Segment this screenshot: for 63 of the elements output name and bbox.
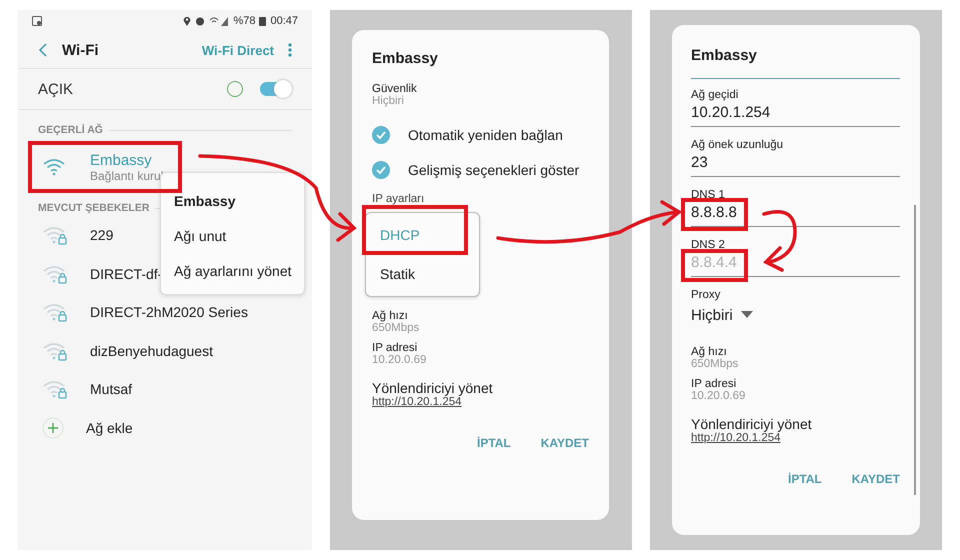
proxy-dropdown[interactable]: Hiçbiri [691, 301, 753, 329]
input-field[interactable]: 8.8.4.4 [691, 251, 900, 273]
info-label: Ağ hızı [372, 310, 409, 322]
menu-item[interactable]: Ağ ayarlarını yönet [174, 263, 304, 279]
info-label: IP adresi [372, 342, 418, 354]
checkbox[interactable] [372, 160, 390, 178]
section-header: GEÇERLİ AĞ [38, 124, 103, 136]
annotation-box [681, 249, 748, 282]
field-label: Ağ önek uzunluğu [691, 139, 784, 151]
network-item[interactable]: dizBenyehudaguest [90, 342, 213, 359]
dialog-title: Embassy [372, 50, 439, 67]
field-label: DNS 2 [691, 239, 725, 251]
menu-item[interactable]: Ağı unut [174, 228, 304, 244]
network-item[interactable]: DIRECT-2hM2020 Series [90, 304, 248, 320]
info-value: 10.20.0.69 [372, 354, 428, 366]
annotation-box [681, 198, 748, 231]
network-name: Embassy [90, 152, 153, 168]
router-label: Yönlendiriciyi yönet [372, 380, 494, 396]
checkbox-label: Otomatik yeniden bağlan [408, 126, 563, 142]
info-label: IP adresi [691, 378, 738, 390]
scrollbar[interactable] [914, 205, 916, 495]
field-label: Proxy [691, 289, 720, 301]
add-icon[interactable] [42, 416, 64, 439]
field-label: Ağ geçidi [691, 89, 738, 101]
battery-icon [259, 16, 266, 26]
info-value: 650Mbps [691, 358, 740, 370]
network-item[interactable]: DIRECT-df- [90, 266, 162, 282]
circle-icon[interactable] [226, 80, 244, 98]
add-network-item[interactable]: Ağ ekle [86, 420, 133, 436]
security-label: Güvenlik [372, 83, 417, 95]
ip-settings-label: IP ayarları [372, 193, 426, 205]
location-icon [183, 16, 192, 26]
signal-icon [209, 16, 230, 26]
more-icon[interactable] [288, 43, 292, 57]
clock: 00:47 [270, 15, 298, 27]
alarm-icon [195, 16, 206, 26]
info-value: 650Mbps [372, 322, 420, 334]
info-label: Ağ hızı [691, 346, 728, 358]
section-header: MEVCUT ŞEBEKELER [38, 202, 150, 214]
screen-title: Wi-Fi [62, 42, 99, 58]
input-field[interactable]: 23 [691, 151, 900, 173]
field-label: DNS 1 [691, 189, 725, 201]
network-item[interactable]: Mutsaf [90, 381, 132, 398]
wifi-state-label: AÇIK [38, 80, 74, 98]
annotation-arrow [762, 210, 797, 272]
router-link[interactable]: http://10.20.1.254 [691, 432, 781, 444]
dropdown-arrow-icon [740, 311, 753, 319]
back-icon[interactable] [38, 43, 48, 57]
info-value: 10.20.0.69 [691, 390, 746, 402]
router-label: Yönlendiriciyi yönet [691, 416, 813, 432]
menu-title: Embassy [174, 193, 236, 209]
input-field[interactable]: 10.20.1.254 [691, 101, 900, 123]
checkbox[interactable] [372, 126, 390, 144]
wifi-toggle[interactable] [260, 82, 290, 96]
security-value: Hiçbiri [372, 95, 405, 107]
screenshot-icon [32, 16, 42, 26]
input-field[interactable]: 8.8.8.8 [691, 201, 900, 223]
router-link[interactable]: http://10.20.1.254 [372, 396, 462, 408]
checkbox-label: Gelişmiş seçenekleri göster [408, 162, 580, 178]
battery-level: %78 [233, 15, 256, 27]
network-item[interactable]: 229 [90, 227, 114, 244]
dropdown-option[interactable]: Statik [380, 266, 479, 282]
dialog-title: Embassy [691, 47, 758, 64]
